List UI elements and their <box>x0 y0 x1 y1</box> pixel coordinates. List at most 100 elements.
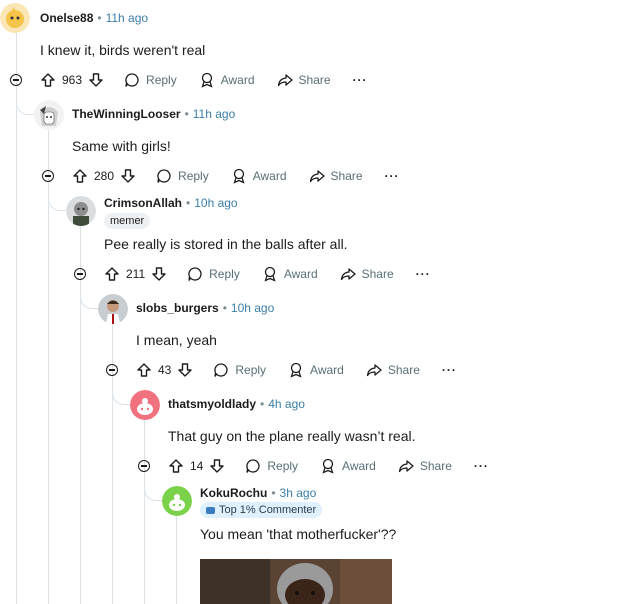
share-button[interactable]: Share <box>340 266 394 282</box>
username[interactable]: KokuRochu <box>200 486 267 500</box>
award-icon <box>290 362 302 378</box>
separator: • <box>97 11 102 25</box>
avatar[interactable] <box>34 100 64 130</box>
avatar[interactable] <box>162 486 192 516</box>
award-button[interactable]: Award <box>288 362 344 378</box>
separator: • <box>184 107 189 121</box>
thread-curve <box>48 192 67 211</box>
avatar[interactable] <box>98 294 128 324</box>
comment-text: You mean 'that motherfucker'?? <box>200 526 397 542</box>
vote-count: 14 <box>190 459 204 473</box>
separator: • <box>222 301 227 315</box>
thread-curve <box>112 386 131 405</box>
award-button[interactable]: Award <box>231 168 287 184</box>
award-icon <box>264 266 276 282</box>
comment-meta: slobs_burgers • 10h ago <box>136 301 274 315</box>
separator: • <box>186 196 191 210</box>
downvote-icon[interactable] <box>120 168 136 184</box>
user-flair: memer <box>104 213 151 229</box>
share-button[interactable]: Share <box>398 458 452 474</box>
reply-label: Reply <box>178 169 209 183</box>
upvote-icon[interactable] <box>136 362 152 378</box>
upvote-icon[interactable] <box>40 72 56 88</box>
avatar[interactable] <box>130 390 160 420</box>
award-icon <box>201 72 213 88</box>
downvote-icon[interactable] <box>88 72 104 88</box>
award-button[interactable]: Award <box>320 458 376 474</box>
share-label: Share <box>298 73 331 87</box>
user-flair: Top 1% Commenter <box>200 502 323 518</box>
award-button[interactable]: Award <box>262 266 318 282</box>
collapse-button[interactable] <box>10 74 22 86</box>
username[interactable]: Onelse88 <box>40 11 93 25</box>
comment-text: That guy on the plane really wasn’t real… <box>168 428 416 444</box>
reply-label: Reply <box>267 459 299 473</box>
reply-icon <box>188 267 202 281</box>
collapse-button[interactable] <box>42 170 54 182</box>
comment-actions: 963 Reply Award Share ··· <box>40 70 368 90</box>
comment-meta: Onelse88 • 11h ago <box>40 11 148 25</box>
attached-image[interactable] <box>200 559 392 604</box>
vote-count: 963 <box>62 73 83 87</box>
more-options-button[interactable]: ··· <box>353 73 368 87</box>
downvote-icon[interactable] <box>177 362 193 378</box>
username[interactable]: slobs_burgers <box>136 301 219 315</box>
reply-label: Reply <box>146 73 177 87</box>
timestamp[interactable]: 11h ago <box>106 11 149 25</box>
avatar[interactable] <box>0 3 30 33</box>
downvote-icon[interactable] <box>209 458 225 474</box>
timestamp[interactable]: 11h ago <box>193 107 236 121</box>
timestamp[interactable]: 3h ago <box>280 486 317 500</box>
timestamp[interactable]: 4h ago <box>268 397 305 411</box>
share-label: Share <box>387 363 420 377</box>
reply-icon <box>214 363 228 377</box>
comment-actions: 280 Reply Award Share ··· <box>72 166 400 186</box>
collapse-button[interactable] <box>138 460 150 472</box>
upvote-icon[interactable] <box>72 168 88 184</box>
username[interactable]: CrimsonAllah <box>104 196 182 210</box>
comment-actions: 43 Reply Award Share ··· <box>136 360 457 380</box>
badge-icon <box>206 506 215 514</box>
more-options-button[interactable]: ··· <box>416 267 431 281</box>
reply-button[interactable]: Reply <box>124 72 177 88</box>
username[interactable]: thatsmyoldlady <box>168 397 256 411</box>
vote-count: 43 <box>158 363 172 377</box>
comment-text: Pee really is stored in the balls after … <box>104 236 348 252</box>
separator: • <box>271 486 276 500</box>
timestamp[interactable]: 10h ago <box>231 301 274 315</box>
share-button[interactable]: Share <box>309 168 363 184</box>
reply-icon <box>125 73 139 87</box>
reply-button[interactable]: Reply <box>213 362 266 378</box>
comment-actions: 211 Reply Award Share ··· <box>104 264 431 284</box>
downvote-icon[interactable] <box>151 266 167 282</box>
reply-button[interactable]: Reply <box>187 266 240 282</box>
upvote-icon[interactable] <box>104 266 120 282</box>
collapse-button[interactable] <box>106 364 118 376</box>
separator: • <box>260 397 265 411</box>
thread-line <box>144 416 145 604</box>
comment-text: Same with girls! <box>72 138 171 154</box>
timestamp[interactable]: 10h ago <box>194 196 237 210</box>
share-icon <box>366 364 382 377</box>
more-options-button[interactable]: ··· <box>442 363 457 377</box>
reply-button[interactable]: Reply <box>245 458 298 474</box>
share-button[interactable]: Share <box>277 72 331 88</box>
vote-count: 280 <box>94 169 115 183</box>
award-icon <box>322 458 334 474</box>
reply-icon <box>246 459 260 473</box>
share-button[interactable]: Share <box>366 362 420 378</box>
share-icon <box>277 74 293 87</box>
collapse-button[interactable] <box>74 268 86 280</box>
comment-actions: 14 Reply Award Share ··· <box>168 456 489 476</box>
comment-text: I mean, yeah <box>136 332 217 348</box>
more-options-button[interactable]: ··· <box>385 169 400 183</box>
upvote-icon[interactable] <box>168 458 184 474</box>
more-options-button[interactable]: ··· <box>474 459 489 473</box>
username[interactable]: TheWinningLooser <box>72 107 181 121</box>
award-button[interactable]: Award <box>199 72 255 88</box>
thread-line <box>176 514 177 604</box>
avatar[interactable] <box>66 196 96 226</box>
reply-button[interactable]: Reply <box>156 168 209 184</box>
reply-label: Reply <box>209 267 240 281</box>
comment-meta: TheWinningLooser • 11h ago <box>72 107 235 121</box>
